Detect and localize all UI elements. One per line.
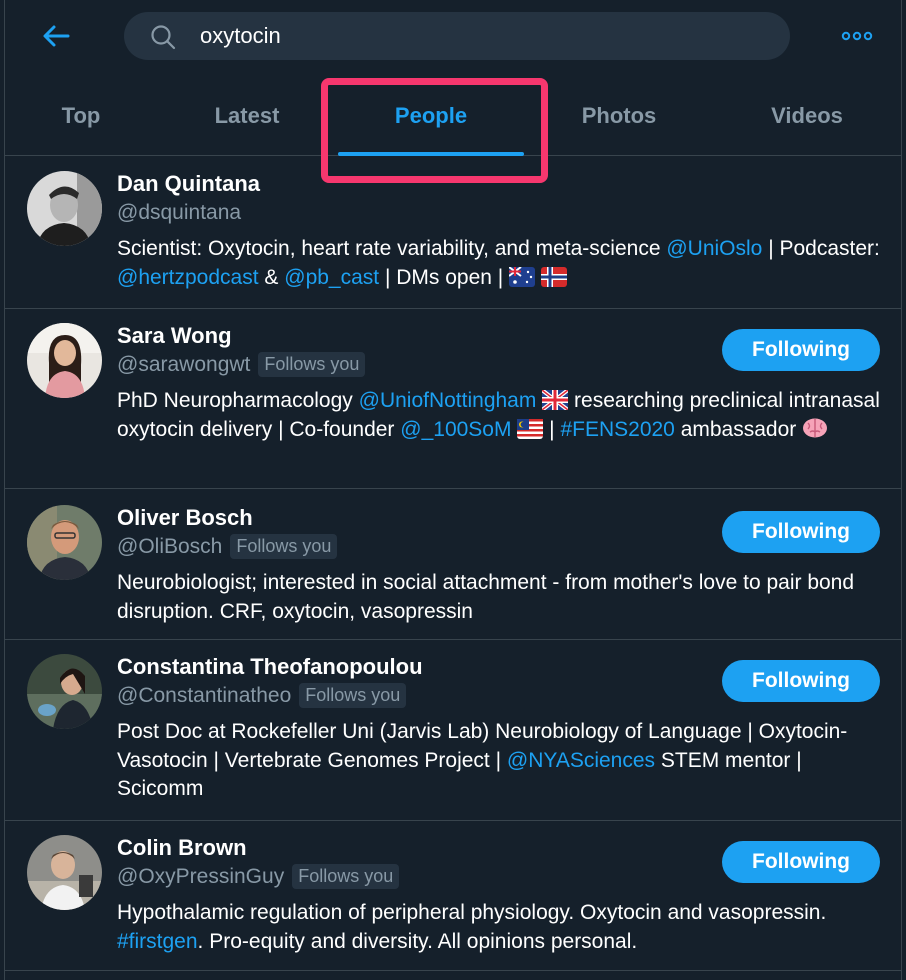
handle-row: @sarawongwt Follows you [117,352,366,377]
search-header: Top Latest People Photos Videos [5,0,901,156]
arrow-left-icon [43,25,70,47]
follows-you-badge: Follows you [292,864,400,889]
person-row[interactable]: Colin Brown @OxyPressinGuy Follows you F… [5,821,901,971]
flag-norway-icon [540,266,567,287]
mention-link[interactable]: @NYASciences [507,749,655,772]
person-name[interactable]: Oliver Bosch [117,505,253,531]
follows-you-badge: Follows you [299,683,407,708]
search-tabs: Top Latest People Photos Videos [5,75,901,156]
people-list: Dan Quintana @dsquintana Scientist: Oxyt… [5,157,901,971]
brain-icon [803,418,828,437]
person-row[interactable]: Dan Quintana @dsquintana Scientist: Oxyt… [5,157,901,309]
person-row[interactable]: Sara Wong @sarawongwt Follows you Follow… [5,309,901,489]
mention-link[interactable]: @UniOslo [666,237,762,260]
avatar [27,654,102,729]
more-dots-icon [841,31,873,41]
avatar [27,835,102,910]
follows-you-badge: Follows you [230,534,338,559]
search-input[interactable] [200,12,760,60]
tab-photos[interactable]: Photos [525,75,713,156]
person-handle: @sarawongwt [117,352,251,376]
person-handle: @Constantinatheo [117,683,292,707]
bio-text: ambassador [674,417,803,441]
person-bio: Post Doc at Rockefeller Uni (Jarvis Lab)… [117,718,887,804]
following-button[interactable]: Following [722,329,880,371]
handle-row: @OxyPressinGuy Follows you [117,864,400,889]
person-bio: Neurobiologist; interested in social att… [117,569,887,626]
person-row[interactable]: Oliver Bosch @OliBosch Follows you Follo… [5,489,901,640]
hashtag-link[interactable]: #firstgen [117,930,198,953]
mention-link[interactable]: @UniofNottingham [359,389,537,412]
person-bio: PhD Neuropharmacology @UniofNottingham r… [117,387,887,444]
following-button[interactable]: Following [722,660,880,702]
person-bio: Hypothalamic regulation of peripheral ph… [117,899,887,956]
avatar [27,505,102,580]
handle-row: @dsquintana [117,201,241,225]
flag-uk-icon [542,390,569,410]
mention-link[interactable]: @hertzpodcast [117,266,259,289]
flag-australia-icon [509,266,536,287]
more-options-button[interactable] [839,22,875,50]
bio-text: Neurobiologist; interested in social att… [117,571,855,623]
person-name[interactable]: Constantina Theofanopoulou [117,654,423,680]
person-handle: @OliBosch [117,534,223,558]
bio-text: Scientist: Oxytocin, heart rate variabil… [117,237,667,260]
bio-text: & [258,265,285,289]
following-button[interactable]: Following [722,511,880,553]
person-handle: @OxyPressinGuy [117,864,285,888]
bio-text: . Pro-equity and diversity. All opinions… [197,929,638,953]
tab-latest[interactable]: Latest [157,75,337,156]
bio-text: Hypothalamic regulation of peripheral ph… [117,901,827,924]
mention-link[interactable]: @_100SoM [400,418,511,441]
tab-people[interactable]: People [337,75,525,156]
tab-videos[interactable]: Videos [713,75,901,156]
person-row[interactable]: Constantina Theofanopoulou @Constantinat… [5,640,901,821]
active-tab-indicator [338,152,524,156]
back-button[interactable] [39,19,73,53]
bio-text: | [543,417,561,441]
handle-row: @OliBosch Follows you [117,534,338,559]
person-name[interactable]: Sara Wong [117,323,232,349]
avatar [27,323,102,398]
person-name[interactable]: Dan Quintana [117,171,260,197]
person-bio: Scientist: Oxytocin, heart rate variabil… [117,235,887,292]
flag-malaysia-icon [517,418,544,439]
tab-top[interactable]: Top [5,75,157,156]
following-button[interactable]: Following [722,841,880,883]
person-handle: @dsquintana [117,201,242,224]
avatar [27,171,102,246]
person-name[interactable]: Colin Brown [117,835,247,861]
search-box[interactable] [124,12,790,60]
bio-text: PhD Neuropharmacology [117,389,359,412]
bio-text: | Podcaster: [762,237,880,260]
handle-row: @Constantinatheo Follows you [117,683,407,708]
hashtag-link[interactable]: #FENS2020 [560,418,674,441]
search-icon [151,25,176,50]
bio-text: | DMs open | [379,265,510,289]
mention-link[interactable]: @pb_cast [284,266,379,289]
follows-you-badge: Follows you [258,352,366,377]
